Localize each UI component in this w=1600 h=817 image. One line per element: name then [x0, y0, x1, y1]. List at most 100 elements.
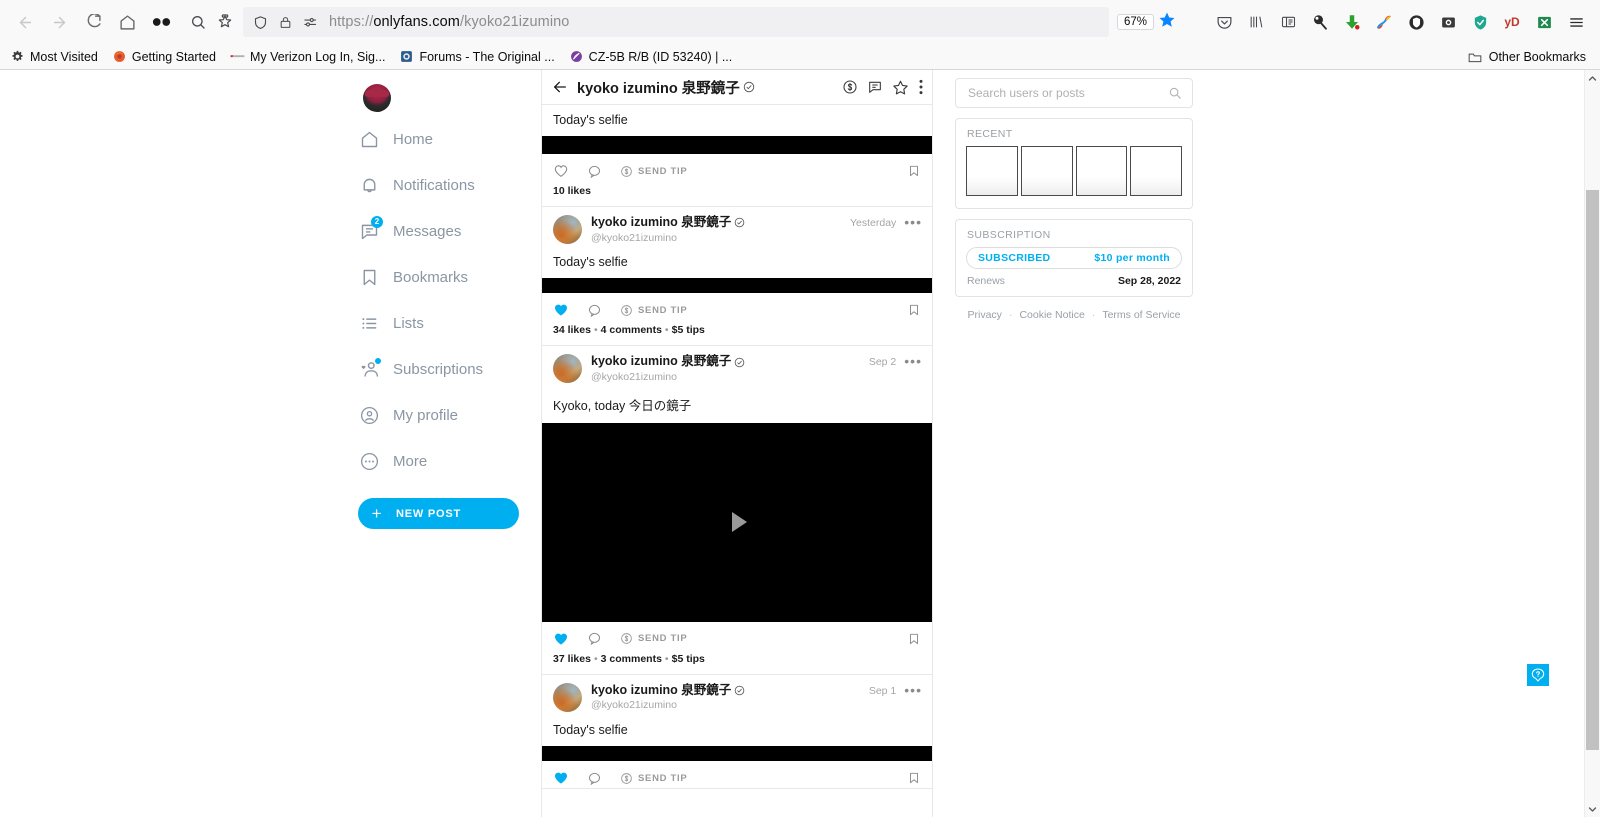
shield-green-icon[interactable]	[1464, 7, 1496, 37]
bookmark-button[interactable]	[907, 302, 921, 318]
yd-icon[interactable]: yD	[1496, 7, 1528, 37]
recent-thumbnail[interactable]	[1075, 146, 1128, 196]
sidebar-item-more[interactable]: More	[355, 443, 541, 480]
download-arrow-icon[interactable]	[1336, 7, 1368, 37]
folder-icon	[1468, 49, 1483, 64]
renews-date: Sep 28, 2022	[1117, 275, 1181, 287]
skype-icon[interactable]	[1368, 7, 1400, 37]
bookmark-button[interactable]	[907, 770, 921, 786]
bookmark-getting-started[interactable]: Getting Started	[112, 49, 216, 64]
sidebar-item-bookmarks[interactable]: Bookmarks	[355, 259, 541, 296]
infinity-extension-icon[interactable]	[146, 7, 176, 37]
pocket-icon[interactable]	[1208, 7, 1240, 37]
tip-icon[interactable]	[841, 78, 859, 96]
url-path: /kyoko21izumino	[459, 14, 570, 30]
post-media-image[interactable]	[542, 746, 932, 762]
forward-arrow-icon[interactable]	[44, 7, 74, 37]
comments-count: 4 comments	[600, 324, 662, 337]
help-support-button[interactable]	[1527, 664, 1549, 686]
renews-label: Renews	[967, 275, 1005, 287]
bookmark-icon	[355, 267, 393, 288]
bitwarden-icon[interactable]	[1400, 7, 1432, 37]
recent-thumbnail[interactable]	[1130, 146, 1182, 196]
back-arrow-icon[interactable]	[552, 79, 568, 95]
recent-thumbnail[interactable]	[1020, 146, 1073, 196]
profile-name: kyoko izumino 泉野鏡子	[577, 80, 740, 97]
sidebar-item-home[interactable]: Home	[355, 121, 541, 158]
footer-link-privacy[interactable]: Privacy	[968, 309, 1002, 321]
comment-button[interactable]	[587, 771, 602, 786]
comment-button[interactable]	[587, 631, 602, 646]
sidebar-item-label: My profile	[393, 407, 459, 424]
scroll-up-arrow-icon[interactable]	[1585, 70, 1600, 86]
bookmark-most-visited[interactable]: Most Visited	[10, 49, 98, 64]
hamburger-menu-icon[interactable]	[1560, 7, 1592, 37]
footer-link-terms[interactable]: Terms of Service	[1102, 309, 1180, 321]
post-more-icon[interactable]: •••	[904, 354, 922, 368]
send-tip-button[interactable]: SEND TIP	[620, 304, 687, 317]
bookmark-button[interactable]	[907, 163, 921, 179]
subscription-renews-row: Renews Sep 28, 2022	[956, 275, 1192, 296]
address-bar[interactable]: https://onlyfans.com/kyoko21izumino	[243, 7, 1109, 37]
post-more-icon[interactable]: •••	[904, 215, 922, 229]
permissions-icon[interactable]	[303, 15, 318, 30]
post-media-video[interactable]	[542, 422, 932, 622]
send-tip-button[interactable]: SEND TIP	[620, 772, 687, 785]
send-tip-button[interactable]: SEND TIP	[620, 632, 687, 645]
library-icon[interactable]	[1240, 7, 1272, 37]
subscription-status-pill[interactable]: SUBSCRIBED $10 per month	[966, 247, 1182, 269]
video-download-icon[interactable]	[1432, 7, 1464, 37]
bookmark-star-icon[interactable]	[1158, 11, 1176, 34]
avatar[interactable]	[553, 682, 582, 712]
avatar[interactable]	[363, 84, 391, 112]
back-arrow-icon[interactable]	[10, 7, 40, 37]
reader-view-icon[interactable]	[1272, 7, 1304, 37]
sidebar-item-subscriptions[interactable]: Subscriptions	[355, 351, 541, 388]
scrollbar-thumb[interactable]	[1586, 190, 1599, 750]
reload-icon[interactable]	[78, 7, 108, 37]
shield-icon[interactable]	[253, 15, 268, 30]
page-action-icon[interactable]	[217, 14, 233, 30]
search-icon[interactable]	[1168, 86, 1182, 100]
scroll-down-arrow-icon[interactable]	[1585, 801, 1600, 817]
bookmark-verizon[interactable]: My Verizon Log In, Sig...	[230, 49, 385, 64]
excel-icon[interactable]	[1528, 7, 1560, 37]
like-button[interactable]	[553, 163, 569, 179]
send-tip-button[interactable]: SEND TIP	[620, 165, 687, 178]
lollipop-icon[interactable]	[1304, 7, 1336, 37]
bookmark-button[interactable]	[907, 631, 921, 647]
like-button[interactable]	[553, 302, 569, 318]
search-icon[interactable]	[190, 14, 206, 30]
comment-button[interactable]	[587, 303, 602, 318]
avatar[interactable]	[553, 215, 582, 244]
post-media-image[interactable]	[542, 278, 932, 294]
search-input[interactable]	[966, 85, 1168, 101]
zoom-level-badge[interactable]: 67%	[1116, 14, 1154, 30]
new-post-button[interactable]: + NEW POST	[358, 498, 519, 529]
home-icon[interactable]	[112, 7, 142, 37]
bookmark-satellite[interactable]: CZ-5B R/B (ID 53240) | ...	[569, 49, 732, 64]
sidebar-item-my-profile[interactable]: My profile	[355, 397, 541, 434]
like-button[interactable]	[553, 631, 569, 647]
tip-icon	[620, 772, 633, 785]
sidebar-item-messages[interactable]: 2 Messages	[355, 213, 541, 250]
star-icon[interactable]	[891, 78, 909, 96]
sidebar-item-notifications[interactable]: Notifications	[355, 167, 541, 204]
other-bookmarks-folder[interactable]: Other Bookmarks	[1468, 49, 1586, 64]
message-icon[interactable]	[866, 78, 884, 96]
avatar[interactable]	[553, 354, 582, 384]
play-icon[interactable]	[731, 512, 747, 533]
verizon-icon	[230, 49, 245, 64]
recent-thumbnail[interactable]	[966, 146, 1018, 196]
bookmark-forums[interactable]: Forums - The Original ...	[399, 49, 555, 64]
comment-button[interactable]	[587, 164, 602, 179]
extension-icons: yD	[1208, 7, 1592, 37]
like-button[interactable]	[553, 770, 569, 786]
lock-icon[interactable]	[279, 15, 292, 30]
page-scrollbar[interactable]	[1584, 70, 1600, 817]
more-vertical-icon[interactable]	[916, 78, 926, 96]
footer-link-cookie-notice[interactable]: Cookie Notice	[1019, 309, 1084, 321]
post-media-image[interactable]	[542, 136, 932, 154]
sidebar-item-lists[interactable]: Lists	[355, 305, 541, 342]
post-more-icon[interactable]: •••	[904, 683, 922, 697]
